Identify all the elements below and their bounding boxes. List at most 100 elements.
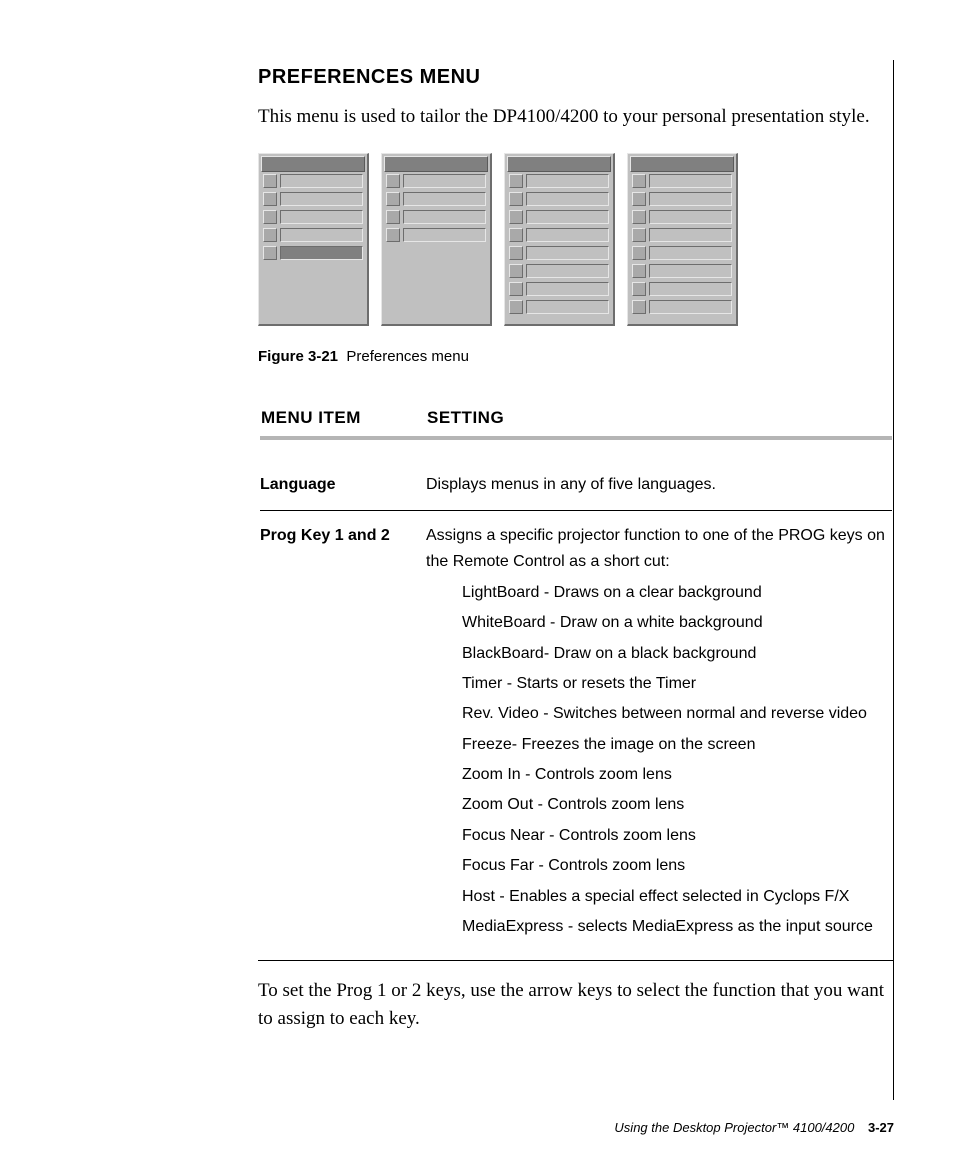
menu-row-slot: [649, 210, 732, 224]
menu-row: [509, 300, 609, 314]
menu-row-slot: [526, 228, 609, 242]
menu-row-square: [632, 282, 646, 296]
figure-label: Figure 3-21: [258, 348, 338, 365]
setting-subitem: BlackBoard- Draw on a black background: [462, 641, 888, 667]
menu-row-square: [509, 192, 523, 206]
menu-row: [263, 246, 363, 260]
menu-item-name: Language: [260, 462, 424, 508]
menu-row: [632, 228, 732, 242]
menu-item-setting: Displays menus in any of five languages.: [426, 462, 892, 508]
setting-subitem: Freeze- Freezes the image on the screen: [462, 732, 888, 758]
table-row: LanguageDisplays menus in any of five la…: [260, 462, 892, 508]
menu-row: [263, 192, 363, 206]
menu-row-slot: [403, 228, 486, 242]
menu-row-square: [509, 246, 523, 260]
menu-row-square: [509, 210, 523, 224]
menu-row-slot: [649, 264, 732, 278]
menu-panel: [627, 153, 738, 326]
menu-row-slot: [526, 300, 609, 314]
menu-row: [632, 174, 732, 188]
menu-row: [509, 246, 609, 260]
menu-row-square: [263, 228, 277, 242]
setting-subitem: Focus Near - Controls zoom lens: [462, 823, 888, 849]
setting-subitem: Timer - Starts or resets the Timer: [462, 671, 888, 697]
menu-row: [509, 192, 609, 206]
menu-titlebar: [507, 156, 611, 172]
menu-panel: [504, 153, 615, 326]
menu-row-square: [386, 174, 400, 188]
menu-row-square: [263, 210, 277, 224]
footer-title: Using the Desktop Projector™ 4100/4200: [614, 1120, 854, 1135]
menu-row-slot: [280, 246, 363, 260]
menu-titlebar: [261, 156, 365, 172]
menu-row-square: [509, 264, 523, 278]
menu-row: [263, 210, 363, 224]
menu-row-slot: [526, 192, 609, 206]
menu-item-setting: Assigns a specific projector function to…: [426, 513, 892, 954]
menu-row-square: [632, 300, 646, 314]
menu-row-square: [263, 174, 277, 188]
menu-row-square: [632, 246, 646, 260]
menu-row-slot: [649, 282, 732, 296]
setting-subitem: MediaExpress - selects MediaExpress as t…: [462, 914, 888, 940]
menu-titlebar: [630, 156, 734, 172]
menu-row-square: [386, 192, 400, 206]
menu-row-slot: [280, 210, 363, 224]
menu-row-square: [632, 210, 646, 224]
menu-row: [386, 210, 486, 224]
menu-row: [509, 228, 609, 242]
menu-row-square: [632, 264, 646, 278]
menu-row-slot: [403, 210, 486, 224]
menu-row: [632, 264, 732, 278]
menu-row-square: [509, 228, 523, 242]
menu-row: [386, 174, 486, 188]
menu-row-slot: [649, 246, 732, 260]
menu-row: [386, 228, 486, 242]
col-header-setting: SETTING: [426, 407, 892, 434]
menu-row: [263, 228, 363, 242]
menu-row: [509, 282, 609, 296]
setting-subitem: Zoom In - Controls zoom lens: [462, 762, 888, 788]
menu-row: [632, 282, 732, 296]
menu-row-slot: [526, 264, 609, 278]
menu-row: [509, 264, 609, 278]
setting-subitem: WhiteBoard - Draw on a white background: [462, 610, 888, 636]
menu-panel: [381, 153, 492, 326]
menu-row-square: [632, 192, 646, 206]
table-row: Prog Key 1 and 2Assigns a specific proje…: [260, 513, 892, 954]
menu-row: [509, 210, 609, 224]
menu-panel: [258, 153, 369, 326]
setting-subitem: LightBoard - Draws on a clear background: [462, 580, 888, 606]
menu-row-slot: [649, 174, 732, 188]
menu-row-slot: [526, 174, 609, 188]
menu-row-slot: [526, 210, 609, 224]
menu-row-slot: [403, 174, 486, 188]
intro-paragraph: This menu is used to tailor the DP4100/4…: [258, 103, 894, 131]
preferences-menu-figure: [258, 153, 894, 326]
setting-subitem: Rev. Video - Switches between normal and…: [462, 701, 888, 727]
menu-row-square: [509, 300, 523, 314]
setting-subitem: Host - Enables a special effect selected…: [462, 884, 888, 910]
figure-caption: Figure 3-21 Preferences menu: [258, 348, 894, 365]
setting-subitem: Focus Far - Controls zoom lens: [462, 853, 888, 879]
menu-row-square: [509, 282, 523, 296]
menu-row: [632, 246, 732, 260]
footer-page-number: 3-27: [868, 1120, 894, 1135]
menu-row-square: [386, 210, 400, 224]
table-bottom-rule: [258, 960, 894, 961]
section-heading: PREFERENCES MENU: [258, 66, 894, 89]
setting-subitem: Zoom Out - Controls zoom lens: [462, 792, 888, 818]
menu-row-slot: [280, 228, 363, 242]
menu-row-slot: [649, 192, 732, 206]
menu-titlebar: [384, 156, 488, 172]
menu-row: [632, 210, 732, 224]
menu-row-square: [263, 246, 277, 260]
menu-row-square: [632, 174, 646, 188]
figure-caption-text: Preferences menu: [346, 348, 469, 365]
menu-row: [509, 174, 609, 188]
menu-item-name: Prog Key 1 and 2: [260, 513, 424, 954]
closing-paragraph: To set the Prog 1 or 2 keys, use the arr…: [258, 977, 894, 1032]
menu-row-square: [632, 228, 646, 242]
menu-row-slot: [649, 300, 732, 314]
menu-row: [632, 300, 732, 314]
